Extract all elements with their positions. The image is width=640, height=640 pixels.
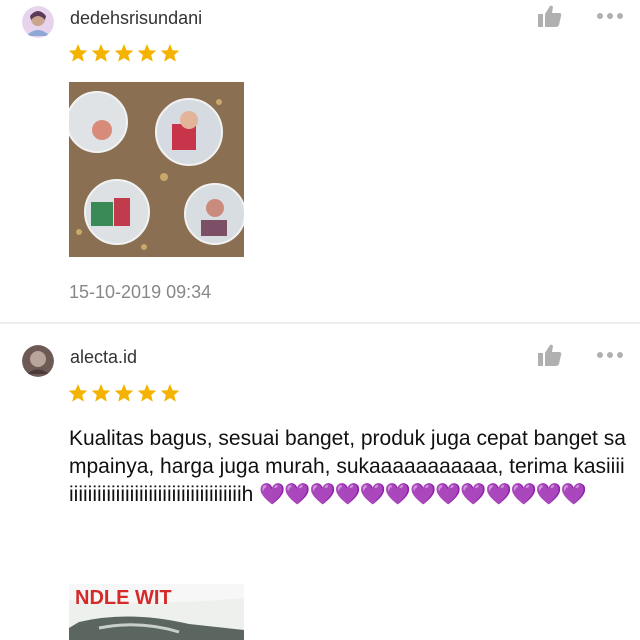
more-options-icon[interactable] [596,351,624,359]
star-icon [68,44,88,62]
thumbs-up-icon[interactable] [537,343,563,367]
star-icon [137,44,157,62]
star-rating [68,383,180,403]
review-item: dedehsrisundani 15-10-2019 09:34 [0,0,640,322]
reviewer-username[interactable]: dedehsrisundani [70,8,202,29]
review-item: alecta.id Kualitas bagus, sesuai banget,… [0,324,640,640]
review-photo[interactable]: NDLE WIT [69,584,244,640]
review-photo[interactable] [69,82,244,257]
user-avatar-icon [22,6,54,38]
star-icon [160,44,180,62]
star-icon [160,384,180,402]
star-icon [114,44,134,62]
avatar[interactable] [22,345,54,377]
reviewer-username[interactable]: alecta.id [70,347,137,368]
thumbs-up-icon[interactable] [537,4,563,28]
star-icon [137,384,157,402]
star-icon [91,384,111,402]
star-icon [91,44,111,62]
star-icon [114,384,134,402]
product-photo-badges [69,82,244,257]
purple-heart-emojis: 💜💜💜💜💜💜💜💜💜💜💜💜💜 [259,483,587,506]
user-avatar-icon [22,345,54,377]
star-rating [68,43,180,63]
star-icon [68,384,88,402]
review-timestamp: 15-10-2019 09:34 [69,282,212,302]
svg-text:NDLE WIT: NDLE WIT [75,587,172,609]
avatar[interactable] [22,6,54,38]
more-options-icon[interactable] [596,12,624,20]
review-comment: Kualitas bagus, sesuai banget, produk ju… [69,425,629,509]
product-photo-package: NDLE WIT [69,584,244,640]
